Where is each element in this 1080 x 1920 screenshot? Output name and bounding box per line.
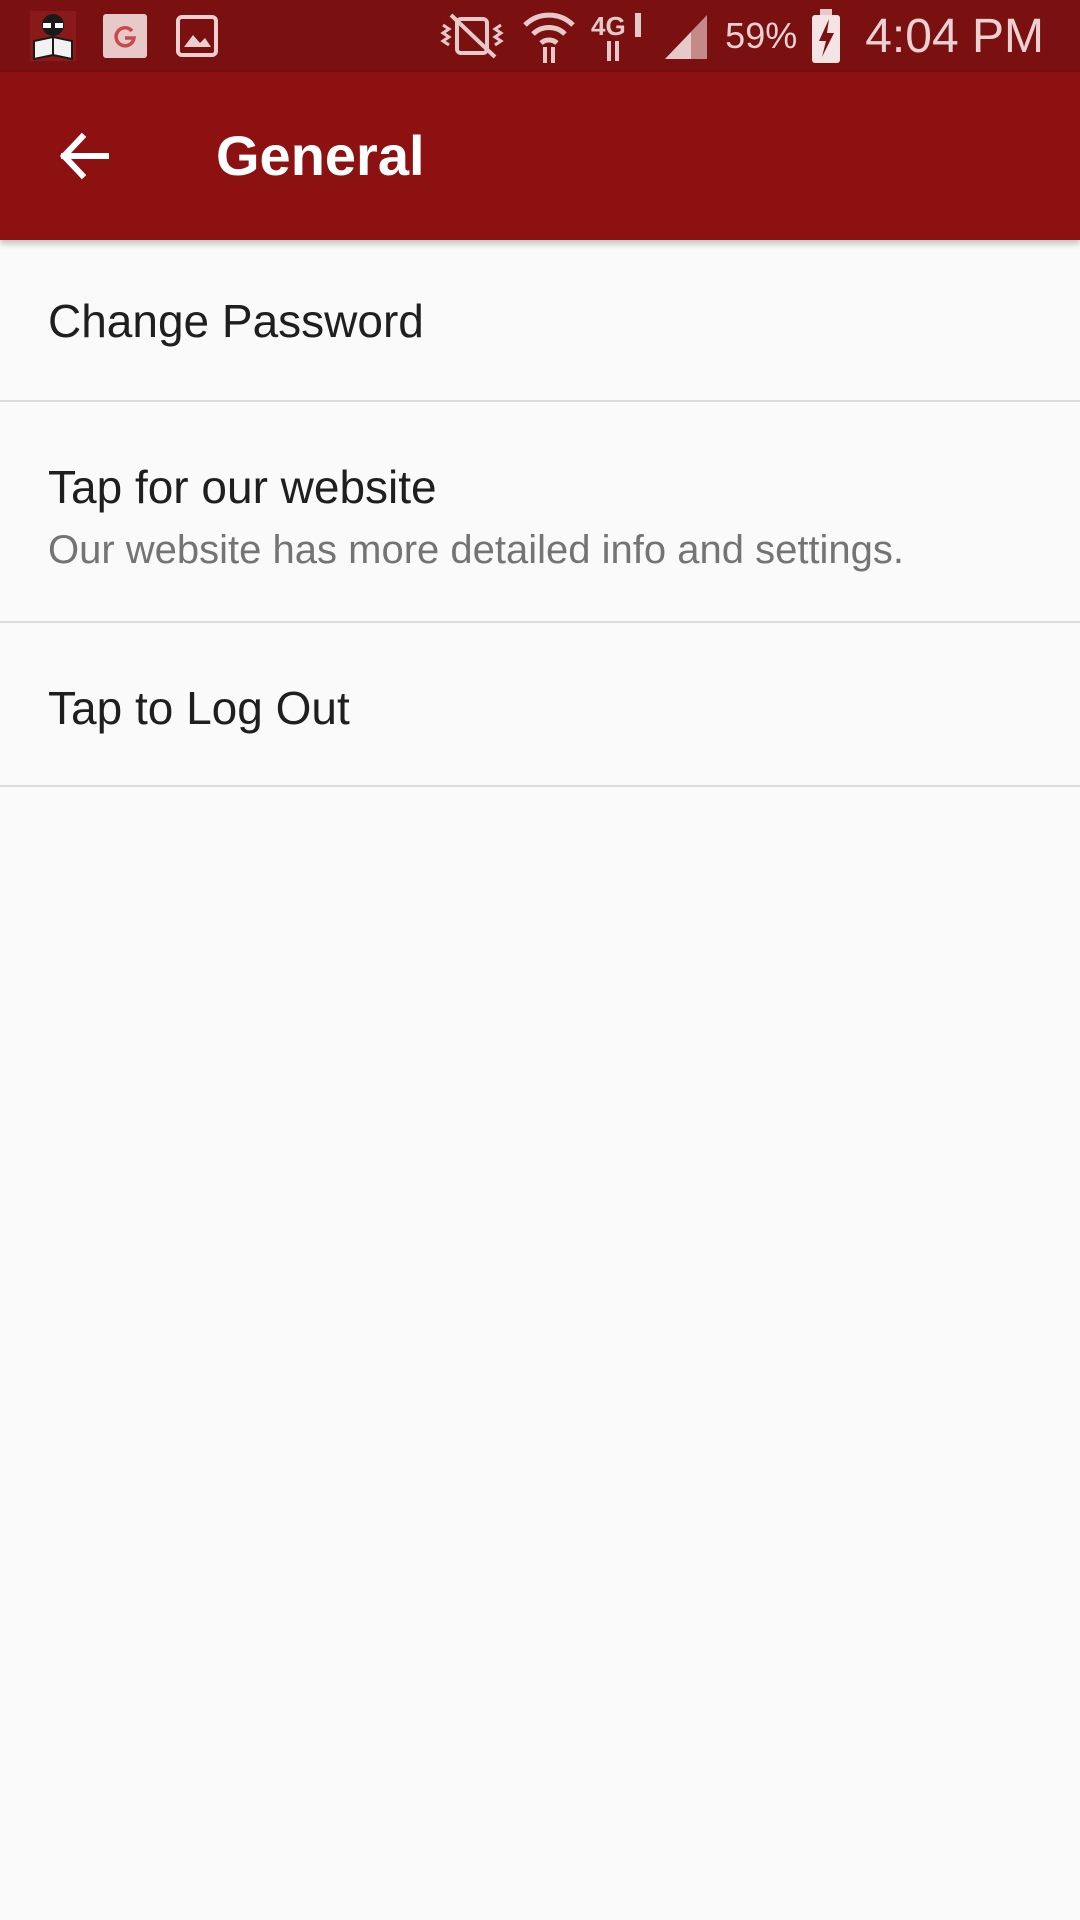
clock: 4:04 PM	[865, 9, 1044, 63]
status-bar: 4G 59% 4:04 PM	[0, 0, 1080, 72]
app-bar: General	[0, 72, 1080, 240]
lte-4g-icon: 4G	[591, 11, 647, 61]
system-status: 4G 59% 4:04 PM	[437, 0, 1044, 72]
network-label: 4G	[591, 11, 626, 41]
website-item[interactable]: Tap for our website Our website has more…	[0, 402, 1080, 623]
image-icon	[172, 11, 222, 61]
change-password-title: Change Password	[48, 295, 424, 347]
back-button[interactable]	[40, 112, 128, 200]
battery-percent: 59%	[725, 15, 798, 56]
cell-signal-icon	[661, 11, 711, 61]
arrow-back-icon	[59, 132, 109, 180]
wifi-icon	[521, 11, 577, 63]
settings-list: Change Password Tap for our website Our …	[0, 240, 1080, 787]
page-title: General	[216, 124, 425, 187]
log-out-title: Tap to Log Out	[48, 682, 350, 734]
app-reader-icon	[28, 11, 78, 61]
notification-icons	[28, 10, 222, 62]
website-title: Tap for our website	[48, 461, 437, 513]
website-summary: Our website has more detailed info and s…	[48, 528, 905, 572]
google-icon	[100, 11, 150, 61]
vibrate-mute-icon	[437, 11, 507, 61]
log-out-item[interactable]: Tap to Log Out	[0, 623, 1080, 787]
battery-charging-icon	[811, 9, 841, 63]
change-password-item[interactable]: Change Password	[0, 240, 1080, 402]
